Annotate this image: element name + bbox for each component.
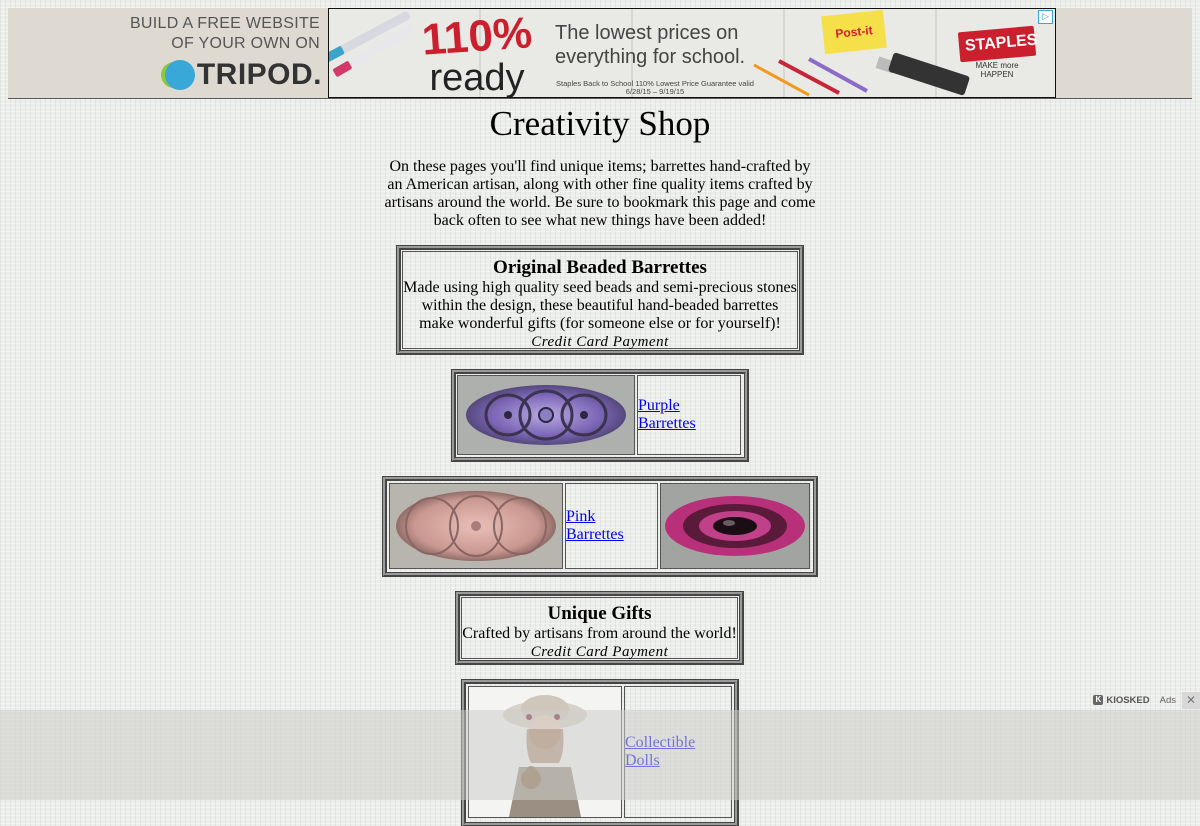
purple-barrettes-link[interactable]: Purple Barrettes [637, 375, 741, 455]
barrettes-credit-card-note: Credit Card Payment [531, 334, 669, 350]
unique-gifts-heading: Unique Gifts [547, 603, 652, 624]
purple-barrettes-table: Purple Barrettes [452, 370, 748, 461]
barrettes-section-content: Original Beaded Barrettes Made using hig… [402, 251, 798, 350]
purple-barrette-image [458, 376, 634, 454]
kiosked-ad-label: K KIOSKED Ads [1093, 693, 1176, 707]
staples-ad[interactable]: 110% ready The lowest prices on everythi… [328, 8, 1056, 98]
usb-drive-icon [887, 52, 971, 96]
unique-gifts-section: Unique Gifts Crafted by artisans from ar… [456, 592, 743, 664]
ad-ready-text: ready [429, 57, 525, 98]
pink-barrettes-table: Pink Barrettes [383, 477, 817, 576]
page-title: Creativity Shop [489, 104, 711, 143]
markers-illustration [329, 11, 414, 77]
dark-pink-barrette-image [661, 484, 809, 568]
ad-percent-text: 110% [420, 8, 534, 65]
adchoices-icon[interactable]: ▷ [1038, 10, 1053, 24]
dark-pink-barrette-photo[interactable] [660, 483, 810, 569]
kiosked-brand: KIOSKED [1106, 694, 1150, 706]
tripod-logo[interactable]: TRIPOD. [164, 58, 322, 92]
close-icon[interactable]: ✕ [1182, 692, 1200, 709]
unique-gifts-description: Crafted by artisans from around the worl… [462, 625, 737, 642]
barrettes-heading: Original Beaded Barrettes [493, 257, 707, 278]
pink-barrette-image [390, 484, 562, 568]
postit-icon: Post-it [821, 9, 887, 55]
ad-copy: The lowest prices on everything for scho… [555, 22, 746, 68]
pencils-illustration [753, 57, 868, 97]
unique-gifts-credit-card-note: Credit Card Payment [530, 644, 669, 660]
pink-barrettes-link[interactable]: Pink Barrettes [565, 483, 658, 569]
kiosked-logo-icon: K [1093, 695, 1104, 705]
tripod-promo-line-1: BUILD A FREE WEBSITE [129, 15, 320, 32]
unique-gifts-section-content: Unique Gifts Crafted by artisans from ar… [461, 597, 738, 660]
tripod-logo-icon [164, 60, 195, 90]
staples-tagline: MAKE more HAPPEN [975, 61, 1019, 79]
barrettes-description: Made using high quality seed beads and s… [403, 279, 797, 332]
intro-paragraph: On these pages you'll find unique items;… [384, 158, 816, 229]
tripod-logo-text: TRIPOD. [196, 58, 322, 91]
staples-logo[interactable]: STAPLES MAKE more HAPPEN [957, 25, 1038, 79]
pink-barrette-photo[interactable] [389, 483, 563, 569]
tripod-promo[interactable]: BUILD A FREE WEBSITE OF YOUR OWN ON TRIP… [8, 8, 328, 98]
tripod-promo-line-2: OF YOUR OWN ON [171, 35, 320, 52]
kiosked-ads-label: Ads [1159, 694, 1176, 706]
ad-headline: 110% ready [417, 9, 537, 98]
ad-fineprint: Staples Back to School 110% Lowest Price… [556, 79, 754, 96]
staples-logo-text: STAPLES [957, 25, 1038, 63]
barrettes-section: Original Beaded Barrettes Made using hig… [397, 246, 803, 354]
top-ad-banner: BUILD A FREE WEBSITE OF YOUR OWN ON TRIP… [8, 8, 1192, 99]
purple-barrette-photo[interactable] [457, 375, 635, 455]
bottom-ad-overlay[interactable] [0, 710, 1200, 800]
